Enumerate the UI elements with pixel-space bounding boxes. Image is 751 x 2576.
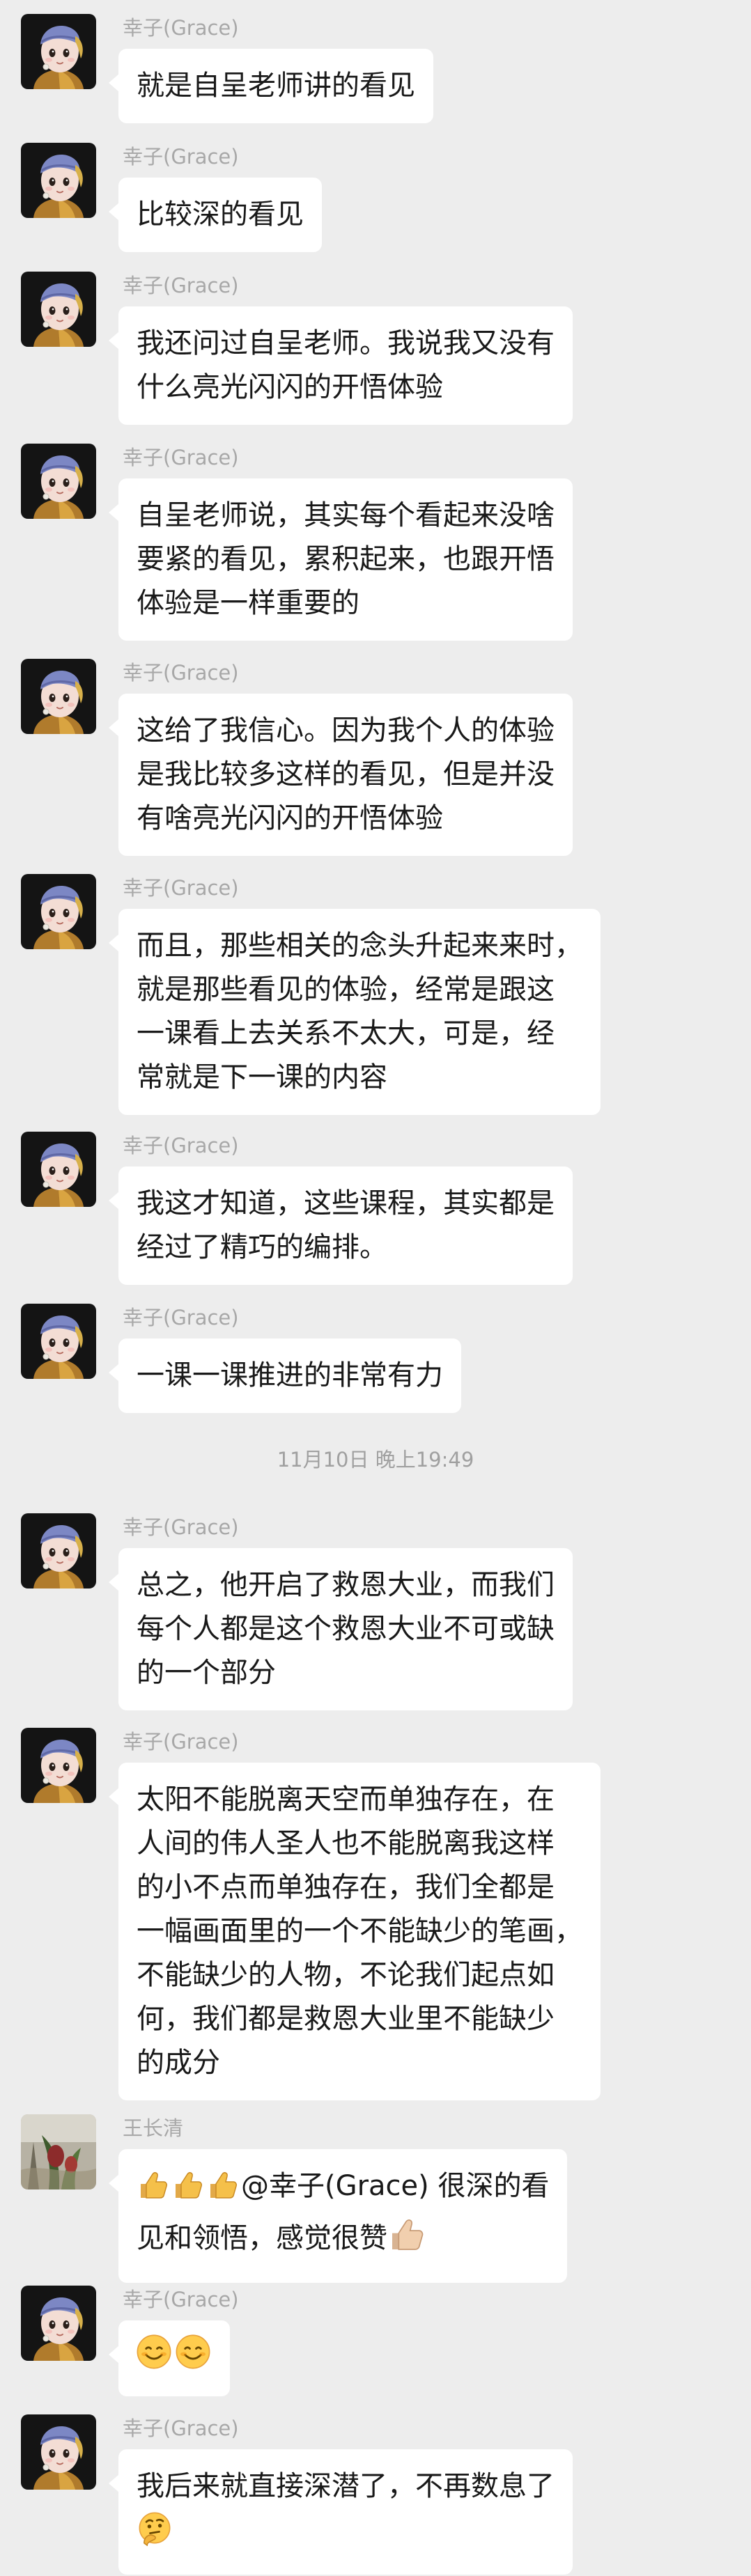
message-text-line: 经过了精巧的编排。 [137,1231,387,1263]
message-text: 就是自呈老师讲的看见 [137,70,415,102]
sender-name: 幸子(Grace) [123,16,239,40]
avatar[interactable] [21,444,96,519]
message-text-line: 一课看上去关系不太大，可是，经 [137,1017,555,1049]
sender-name: 幸子(Grace) [123,1134,239,1157]
avatar[interactable] [21,1304,96,1379]
avatar[interactable] [21,1513,96,1588]
smiling-face-icon [135,2333,173,2384]
message-bubble[interactable]: 自呈老师说，其实每个看起来没啥 要紧的看见，累积起来，也跟开悟 体验是一样重要的 [109,478,573,641]
message-text-line [137,2508,555,2559]
thumbs-up-icon [171,2169,205,2215]
message-bubble[interactable] [109,2320,230,2396]
avatar[interactable] [21,1132,96,1207]
message-bubble[interactable]: 我后来就直接深潜了，不再数息了 [109,2449,573,2575]
timestamp: 11月10日 晚上19:49 [277,1448,474,1472]
sender-name: 幸子(Grace) [123,661,239,685]
avatar[interactable] [21,2286,96,2361]
message-text-line: 体验是一样重要的 [137,587,359,619]
sender-name: 幸子(Grace) [123,1730,239,1754]
message-bubble[interactable]: 我还问过自呈老师。我说我又没有 什么亮光闪闪的开悟体验 [109,306,573,425]
message-bubble[interactable]: 一课一课推进的非常有力 [109,1338,461,1413]
avatar[interactable] [21,2114,96,2189]
message-text-line: 有啥亮光闪闪的开悟体验 [137,802,443,834]
chat-window: 幸子(Grace) 就是自呈老师讲的看见 幸子(Grace) 比较深的看见 幸子… [0,0,751,2576]
avatar[interactable] [21,272,96,347]
message-text-line: 就是那些看见的体验，经常是跟这 [137,974,555,1006]
avatar[interactable] [21,874,96,949]
message-text-line: 这给了我信心。因为我个人的体验 [137,715,555,747]
thumbs-up-light-icon [387,2215,426,2267]
message-text-line: 总之，他开启了救恩大业，而我们 [137,1569,555,1601]
mention-text: @幸子(Grace) 很深的看 [241,2170,550,2202]
sender-name: 幸子(Grace) [123,446,239,469]
avatar[interactable] [21,14,96,89]
message-text: 比较深的看见 [137,198,304,231]
sender-name: 幸子(Grace) [123,2288,239,2311]
message-bubble[interactable]: 总之，他开启了救恩大业，而我们 每个人都是这个救恩大业不可或缺 的一个部分 [109,1548,573,1710]
thumbs-up-icon [137,2169,170,2215]
message-text: 见和领悟，感觉很赞 [137,2222,387,2254]
smiling-face-icon [174,2333,212,2384]
message-text-line: 见和领悟，感觉很赞 [137,2215,549,2267]
message-bubble[interactable]: 比较深的看见 [109,178,322,252]
message-text-line: 要紧的看见，累积起来，也跟开悟 [137,543,555,575]
sender-name: 幸子(Grace) [123,1515,239,1539]
message-bubble[interactable]: 我这才知道，这些课程，其实都是 经过了精巧的编排。 [109,1166,573,1285]
message-bubble[interactable]: 太阳不能脱离天空而单独存在，在 人间的伟人圣人也不能脱离我这样 的小不点而单独存… [109,1763,601,2100]
message-bubble[interactable]: @幸子(Grace) 很深的看 见和领悟，感觉很赞 [108,2149,568,2283]
sender-name: 幸子(Grace) [123,145,239,169]
message-text-line: 自呈老师说，其实每个看起来没啥 [137,499,555,531]
message-text: 一课一课推进的非常有力 [137,1359,443,1391]
thumbs-up-icon [206,2169,240,2215]
message-text-line: 是我比较多这样的看见，但是并没 [137,758,555,790]
message-text-line: @幸子(Grace) 很深的看 [137,2164,549,2215]
message-text-line: 的一个部分 [137,1657,276,1689]
message-text-line: 我后来就直接深潜了，不再数息了 [137,2470,555,2502]
message-text-line: 一幅画面里的一个不能缺少的笔画， [137,1915,582,1947]
sender-name: 幸子(Grace) [123,274,239,297]
sender-name: 幸子(Grace) [123,1306,239,1329]
message-text-line: 的成分 [137,2047,220,2079]
sender-name: 幸子(Grace) [123,876,239,900]
message-text-line: 我这才知道，这些课程，其实都是 [137,1187,555,1219]
message-text-line: 常就是下一课的内容 [137,1061,387,1093]
avatar[interactable] [21,143,96,218]
message-text-line: 人间的伟人圣人也不能脱离我这样 [137,1827,555,1859]
message-text-line: 不能缺少的人物，不论我们起点如 [137,1959,555,1991]
avatar[interactable] [21,2414,96,2490]
message-text-line: 每个人都是这个救恩大业不可或缺 [137,1613,555,1645]
message-text-line: 的小不点而单独存在，我们全都是 [137,1871,555,1903]
message-bubble[interactable]: 就是自呈老师讲的看见 [109,49,433,123]
message-bubble[interactable]: 而且，那些相关的念头升起来来时， 就是那些看见的体验，经常是跟这 一课看上去关系… [109,909,601,1115]
avatar[interactable] [21,1728,96,1803]
message-text-line: 而且，那些相关的念头升起来来时， [137,930,582,962]
message-text-line: 何，我们都是救恩大业里不能缺少 [137,2003,555,2035]
message-text-line: 我还问过自呈老师。我说我又没有 [137,327,555,359]
avatar[interactable] [21,659,96,734]
message-text-line: 什么亮光闪闪的开悟体验 [137,371,443,403]
sender-name: 幸子(Grace) [123,2417,239,2440]
message-bubble[interactable]: 这给了我信心。因为我个人的体验 是我比较多这样的看见，但是并没 有啥亮光闪闪的开… [109,694,573,856]
sender-name: 王长清 [123,2116,184,2140]
thinking-face-icon [137,2510,173,2559]
message-text-line: 太阳不能脱离天空而单独存在，在 [137,1783,555,1816]
